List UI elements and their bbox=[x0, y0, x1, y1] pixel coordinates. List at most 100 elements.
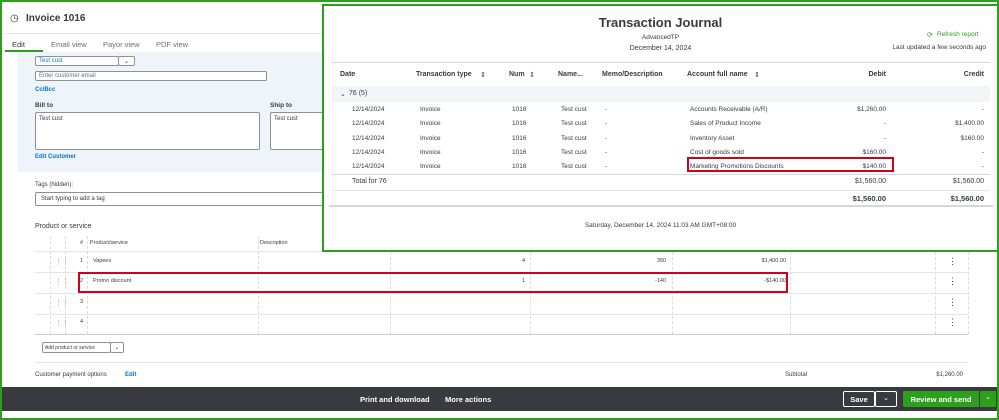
highlight-box bbox=[687, 157, 894, 172]
col-num: # bbox=[80, 240, 84, 246]
more-icon[interactable]: ⋮ bbox=[948, 297, 957, 308]
drag-handle-icon[interactable]: ⋮⋮ bbox=[55, 258, 69, 266]
drag-handle-icon[interactable]: ⋮⋮ bbox=[55, 319, 69, 327]
section-title: Product or service bbox=[35, 223, 92, 230]
bill-to-label: Bill to bbox=[35, 102, 54, 109]
tags-input[interactable]: Start typing to add a tag bbox=[35, 192, 335, 206]
row-memo: - bbox=[605, 148, 608, 156]
row-date: 12/14/2024 bbox=[352, 106, 385, 113]
print-download-button[interactable]: Print and download bbox=[360, 395, 430, 404]
tab-email-view[interactable]: Email view bbox=[51, 40, 87, 49]
row-num: 1016 bbox=[512, 134, 527, 142]
report-title: Transaction Journal bbox=[598, 15, 723, 30]
total-credit: $1,560.00 bbox=[952, 178, 984, 185]
more-actions-button[interactable]: More actions bbox=[445, 395, 491, 404]
row-memo: - bbox=[605, 106, 608, 113]
refresh-icon[interactable]: ⟳ bbox=[927, 31, 933, 39]
row-credit: - bbox=[981, 148, 984, 156]
customer-select[interactable]: Test cust bbox=[35, 56, 119, 66]
row-memo: - bbox=[605, 134, 608, 142]
col-memo[interactable]: Memo/Description bbox=[602, 71, 663, 78]
chevron-down-icon[interactable]: ⌄ bbox=[110, 342, 124, 353]
chevron-down-icon[interactable]: ⌄ bbox=[340, 90, 346, 98]
row-account: Inventory Asset bbox=[690, 134, 735, 142]
add-product-button[interactable]: Add product or service bbox=[42, 342, 111, 353]
total-debit: $1,560.00 bbox=[854, 178, 886, 185]
row-account: Cost of goods sold bbox=[690, 148, 744, 156]
row-date: 12/14/2024 bbox=[352, 163, 385, 171]
group-row[interactable] bbox=[332, 86, 990, 102]
edit-customer-link[interactable]: Edit Customer bbox=[35, 154, 76, 160]
sort-icon[interactable]: ⇕ bbox=[480, 71, 486, 79]
line-number: 1 bbox=[80, 258, 84, 264]
row-credit: - bbox=[981, 163, 984, 171]
group-label: 76 (5) bbox=[349, 90, 368, 97]
tab-payor-view[interactable]: Payor view bbox=[103, 40, 140, 49]
line-number: 4 bbox=[80, 319, 84, 325]
row-name: Test cust bbox=[561, 106, 587, 113]
row-num: 1016 bbox=[512, 148, 527, 156]
subtotal-label: Subtotal bbox=[785, 372, 808, 378]
row-debit: $160.00 bbox=[862, 148, 887, 156]
line-product[interactable]: Vapees bbox=[93, 258, 111, 264]
save-dropdown-chevron-icon[interactable]: ⌄ bbox=[875, 391, 897, 407]
ship-to-field[interactable]: Test cust bbox=[270, 112, 330, 150]
row-type: Invoice bbox=[420, 106, 441, 113]
row-type: Invoice bbox=[420, 134, 441, 142]
review-send-button[interactable]: Review and send bbox=[911, 395, 972, 404]
sort-icon[interactable]: ⇕ bbox=[754, 71, 760, 79]
row-name: Test cust bbox=[561, 120, 587, 128]
ship-to-label: Ship to bbox=[270, 102, 293, 109]
row-name: Test cust bbox=[561, 163, 587, 171]
chevron-down-icon[interactable]: ⌄ bbox=[118, 56, 135, 66]
row-type: Invoice bbox=[420, 148, 441, 156]
row-memo: - bbox=[605, 163, 608, 171]
refresh-report-link[interactable]: Refresh report bbox=[937, 31, 979, 38]
tab-edit[interactable]: Edit bbox=[12, 40, 25, 49]
row-date: 12/14/2024 bbox=[352, 134, 385, 142]
footer-bar: Print and download More actions Save ⌄ R… bbox=[0, 387, 999, 411]
line-qty[interactable]: 4 bbox=[480, 258, 525, 264]
row-type: Invoice bbox=[420, 120, 441, 128]
col-debit: Debit bbox=[868, 71, 887, 78]
line-number: 3 bbox=[80, 299, 84, 305]
drag-handle-icon[interactable]: ⋮⋮ bbox=[55, 278, 69, 286]
col-num[interactable]: Num bbox=[509, 71, 525, 78]
col-account[interactable]: Account full name bbox=[687, 71, 748, 78]
more-icon[interactable]: ⋮ bbox=[948, 276, 957, 287]
transaction-journal-report: Transaction Journal AdvancedTP December … bbox=[322, 4, 999, 252]
sort-icon[interactable]: ⇕ bbox=[529, 71, 535, 79]
row-name: Test cust bbox=[561, 148, 587, 156]
row-date: 12/14/2024 bbox=[352, 120, 385, 128]
line-rate[interactable]: 350 bbox=[620, 258, 666, 264]
line-amount: $1,400.00 bbox=[761, 258, 786, 264]
row-date: 12/14/2024 bbox=[352, 148, 385, 156]
bill-to-field[interactable]: Test cust bbox=[35, 112, 260, 150]
cc-bcc-link[interactable]: Cc/Bcc bbox=[35, 87, 55, 93]
row-num: 1016 bbox=[512, 106, 527, 113]
col-description: Description bbox=[260, 240, 288, 246]
email-input[interactable]: Enter customer email bbox=[35, 71, 267, 81]
more-icon[interactable]: ⋮ bbox=[948, 256, 957, 267]
col-product: Product/service bbox=[90, 240, 128, 246]
payment-edit-link[interactable]: Edit bbox=[125, 372, 136, 378]
row-memo: - bbox=[605, 120, 608, 128]
grand-total-credit: $1,560.00 bbox=[950, 194, 984, 203]
tags-label: Tags (hidden): bbox=[35, 182, 74, 188]
page-title: Invoice 1016 bbox=[26, 13, 86, 24]
row-account: Sales of Product Income bbox=[690, 120, 761, 128]
subtotal-value: $1,260.00 bbox=[936, 372, 963, 378]
review-dropdown-chevron-icon[interactable]: ⌄ bbox=[980, 391, 996, 407]
history-icon[interactable]: ◷ bbox=[10, 13, 19, 24]
drag-handle-icon[interactable]: ⋮⋮ bbox=[55, 299, 69, 307]
row-debit: - bbox=[883, 120, 886, 128]
tab-pdf-view[interactable]: PDF view bbox=[156, 40, 188, 49]
last-updated: Last updated a few seconds ago bbox=[892, 44, 986, 51]
save-button[interactable]: Save bbox=[850, 395, 868, 404]
col-date[interactable]: Date bbox=[340, 71, 355, 78]
row-name: Test cust bbox=[561, 134, 587, 142]
col-transaction-type[interactable]: Transaction type bbox=[416, 71, 472, 78]
col-name[interactable]: Name... bbox=[558, 71, 583, 78]
row-num: 1016 bbox=[512, 120, 527, 128]
more-icon[interactable]: ⋮ bbox=[948, 317, 957, 328]
